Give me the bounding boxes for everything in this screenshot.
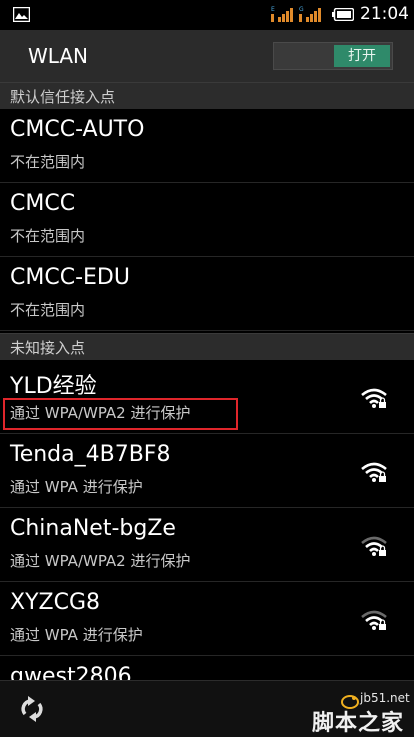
network-name: CMCC-AUTO (10, 117, 145, 142)
signal-e-icon: E (271, 6, 293, 22)
wifi-lock-icon (361, 388, 387, 408)
status-bar: E G 21:04 (0, 0, 414, 30)
network-status: 不在范围内 (10, 301, 86, 319)
network-status: 不在范围内 (10, 153, 86, 171)
network-name: ChinaNet-bgZe (10, 516, 176, 541)
network-item-tenda[interactable]: Tenda_4B7BF8 通过 WPA 进行保护 (0, 434, 414, 508)
network-name: Tenda_4B7BF8 (10, 442, 171, 467)
section-label: 默认信任接入点 (10, 88, 116, 106)
page-title: WLAN (28, 44, 89, 68)
network-name: YLD经验 (10, 374, 97, 399)
image-icon (13, 7, 30, 22)
section-header-unknown: 未知接入点 (0, 333, 414, 360)
network-item-cmcc-auto[interactable]: CMCC-AUTO 不在范围内 (0, 109, 414, 183)
network-name: CMCC-EDU (10, 265, 130, 290)
wifi-lock-icon (361, 610, 387, 630)
wifi-lock-icon (361, 536, 387, 556)
highlight-annotation (3, 398, 238, 430)
watermark-url: jb51.net (360, 691, 410, 705)
wlan-settings-screen: E G 21:04 WLAN 打开 默认信任接入点 CMCC-AUTO 不在范围… (0, 0, 414, 737)
network-name: CMCC (10, 191, 76, 216)
network-name: XYZCG8 (10, 590, 100, 615)
network-item-cmcc[interactable]: CMCC 不在范围内 (0, 183, 414, 257)
wlan-toggle-on-label[interactable]: 打开 (334, 45, 390, 67)
network-item-xyzcg8[interactable]: XYZCG8 通过 WPA 进行保护 (0, 582, 414, 656)
section-header-trusted: 默认信任接入点 (0, 82, 414, 109)
svg-text:E: E (271, 6, 275, 13)
svg-text:G: G (299, 6, 304, 13)
network-status: 不在范围内 (10, 227, 86, 245)
bottom-bar: jb51.net 脚本之家 (0, 680, 414, 737)
network-item-cmcc-edu[interactable]: CMCC-EDU 不在范围内 (0, 257, 414, 331)
wlan-toggle[interactable]: 打开 (273, 42, 393, 70)
network-status: 通过 WPA/WPA2 进行保护 (10, 552, 191, 570)
network-status: 通过 WPA 进行保护 (10, 478, 143, 496)
battery-icon (332, 8, 354, 21)
network-status: 通过 WPA 进行保护 (10, 626, 143, 644)
wifi-lock-icon (361, 462, 387, 482)
refresh-icon[interactable] (16, 693, 48, 725)
signal-g-icon: G (299, 6, 321, 22)
action-bar: WLAN 打开 (0, 30, 414, 82)
network-item-chinanet[interactable]: ChinaNet-bgZe 通过 WPA/WPA2 进行保护 (0, 508, 414, 582)
section-label: 未知接入点 (10, 339, 86, 357)
watermark-name: 脚本之家 (312, 711, 405, 736)
status-time: 21:04 (360, 4, 409, 24)
